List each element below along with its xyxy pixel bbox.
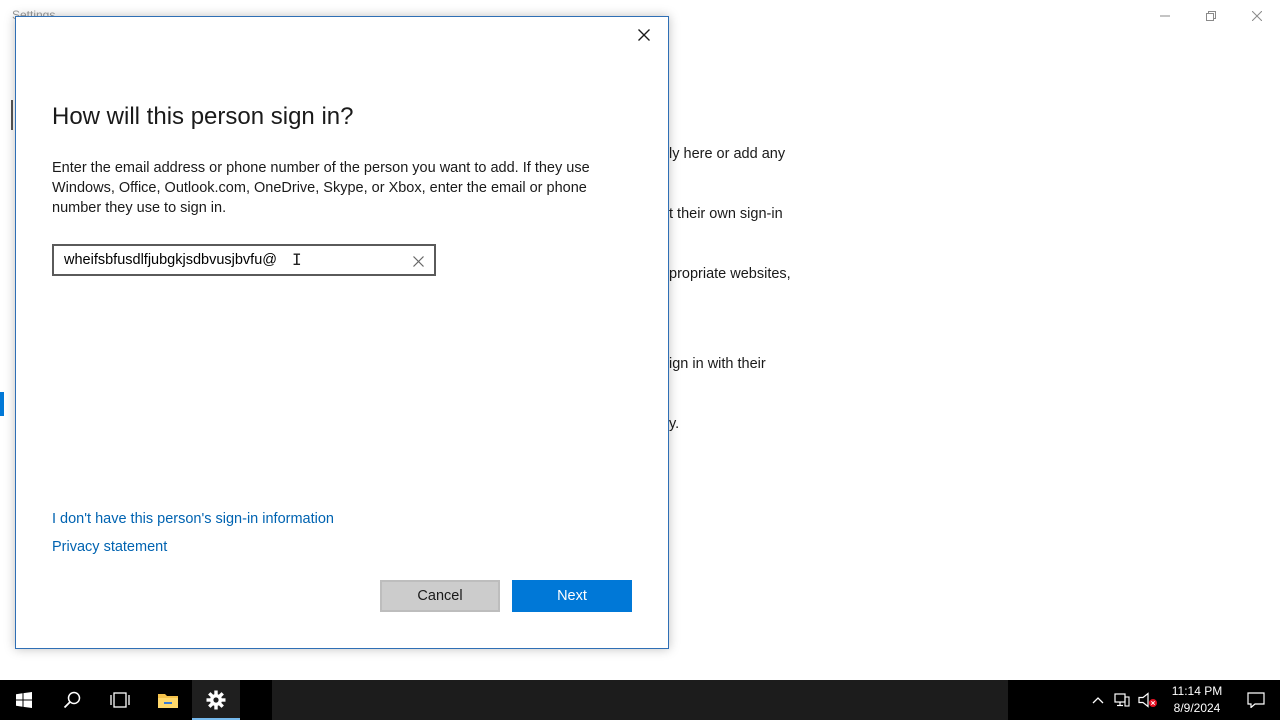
notification-icon [1247,692,1265,708]
background-text-1: ly here or add any t their own sign-in p… [669,104,791,324]
cancel-button[interactable]: Cancel [380,580,500,612]
clock-time: 11:14 PM [1171,684,1223,698]
task-view-button[interactable] [96,680,144,720]
task-view-icon [110,692,130,708]
action-center-button[interactable] [1232,680,1280,720]
start-button[interactable] [0,680,48,720]
taskbar-clock[interactable]: 11:14 PM 8/9/2024 [1162,683,1232,717]
network-icon [1114,693,1130,707]
clock-date: 8/9/2024 [1173,701,1221,715]
volume-muted-icon [1138,692,1157,708]
background-line: ign in with their [669,356,766,372]
search-icon [63,691,81,709]
email-field-container: I [52,244,436,276]
no-sign-in-info-link[interactable]: I don't have this person's sign-in infor… [52,511,334,527]
settings-taskbar-button[interactable] [192,680,240,720]
chevron-up-icon [1092,697,1104,704]
close-icon [1252,11,1262,21]
dialog-heading: How will this person sign in? [52,103,354,130]
background-text-2: ign in with their y. [669,314,766,474]
taskbar: 11:14 PM 8/9/2024 [0,680,1280,720]
minimize-icon [1160,15,1170,17]
nav-selection-indicator [0,392,4,416]
background-line: ly here or add any [669,146,786,162]
windows-start-icon [16,692,32,708]
background-line: t their own sign-in [669,206,783,222]
file-explorer-button[interactable] [144,680,192,720]
sign-in-dialog: How will this person sign in? Enter the … [15,16,669,649]
restore-button[interactable] [1188,0,1234,32]
next-button[interactable]: Next [512,580,632,612]
taskbar-empty-area [272,680,1008,720]
dialog-description: Enter the email address or phone number … [52,160,590,216]
network-button[interactable] [1110,680,1134,720]
background-line: y. [669,416,680,432]
close-icon [638,29,650,41]
privacy-statement-link[interactable]: Privacy statement [52,539,167,555]
window-close-button[interactable] [1234,0,1280,32]
restore-icon [1206,11,1216,21]
settings-gear-icon [206,690,226,710]
email-or-phone-input[interactable] [54,246,394,274]
file-explorer-icon [158,694,178,708]
show-hidden-icons-button[interactable] [1086,680,1110,720]
system-tray: 11:14 PM 8/9/2024 [1086,680,1280,720]
settings-search-stub [11,100,14,130]
window-controls [1142,0,1280,32]
clear-icon [412,255,424,267]
search-button[interactable] [48,680,96,720]
text-cursor-icon: I [292,250,302,269]
dialog-close-button[interactable] [632,23,656,47]
clear-input-button[interactable] [408,251,428,271]
background-line: propriate websites, [669,266,791,282]
volume-button[interactable] [1134,680,1162,720]
minimize-button[interactable] [1142,0,1188,32]
